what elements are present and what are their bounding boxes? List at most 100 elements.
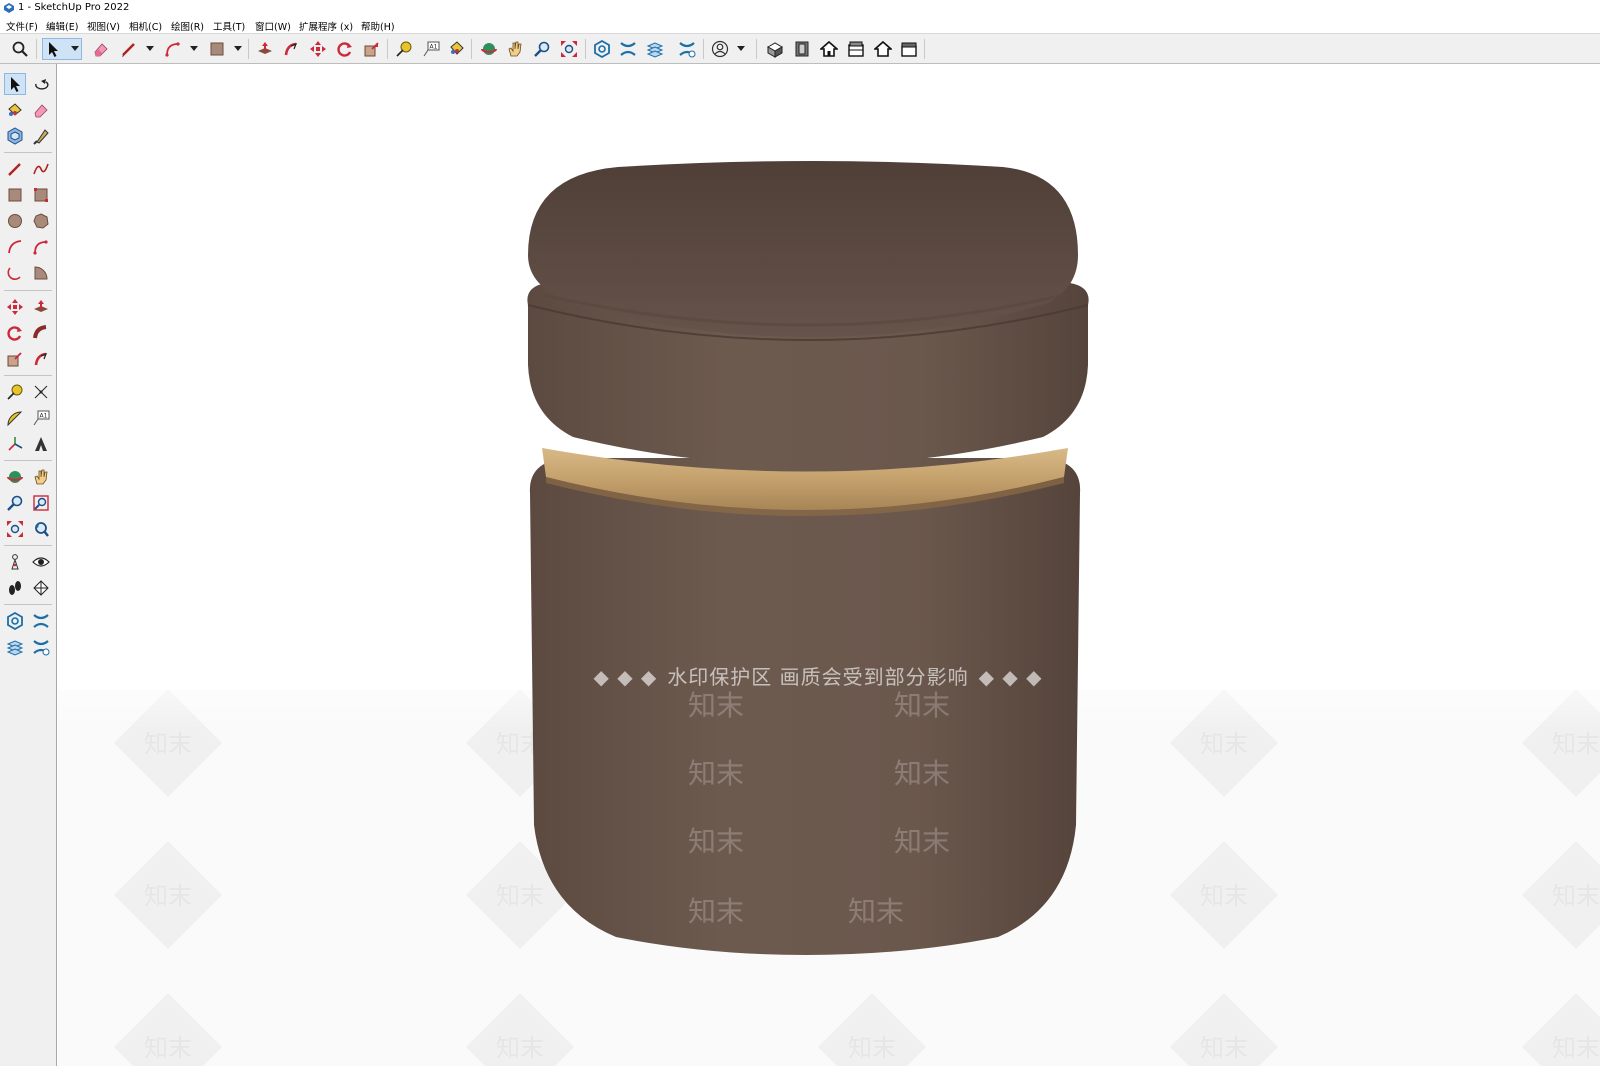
line-icon[interactable] [4, 158, 26, 180]
extension-manager-icon[interactable] [676, 38, 698, 60]
svg-text:知末: 知末 [688, 825, 744, 858]
sketchup-logo-icon [4, 3, 14, 13]
3d-text-icon[interactable] [30, 433, 52, 455]
menu-extensions[interactable]: 扩展程序 (x) [299, 19, 353, 33]
paint-bucket-icon[interactable] [4, 99, 26, 121]
extension-warehouse-icon[interactable] [617, 38, 639, 60]
push-pull-icon[interactable] [254, 38, 276, 60]
zoom-icon[interactable] [531, 38, 553, 60]
pan-icon[interactable] [504, 38, 526, 60]
3point-arc-icon[interactable] [4, 262, 26, 284]
left-view-icon[interactable] [898, 38, 920, 60]
extension-warehouse-icon[interactable] [30, 610, 52, 632]
menu-window[interactable]: 窗口(W) [255, 19, 291, 33]
section-plane-icon[interactable] [30, 577, 52, 599]
axes-icon[interactable] [4, 433, 26, 455]
svg-text:A1: A1 [40, 413, 48, 420]
make-component-icon[interactable] [30, 73, 52, 95]
menu-draw[interactable]: 绘图(R) [171, 19, 204, 33]
select-icon[interactable] [4, 73, 26, 95]
offset-icon[interactable] [30, 348, 52, 370]
rotated-rectangle-icon[interactable] [30, 184, 52, 206]
orbit-icon[interactable] [4, 466, 26, 488]
rotate-icon[interactable] [334, 38, 356, 60]
polygon-icon[interactable] [30, 210, 52, 232]
eraser-icon[interactable] [30, 99, 52, 121]
menu-tools[interactable]: 工具(T) [213, 19, 245, 33]
tag-icon[interactable] [4, 125, 26, 147]
scale-icon[interactable] [361, 38, 383, 60]
svg-text:知末: 知末 [688, 757, 744, 790]
chevron-down-icon[interactable] [71, 46, 79, 51]
rotate-icon[interactable] [4, 322, 26, 344]
iso-view-icon[interactable] [764, 38, 786, 60]
zoom-extents-icon[interactable] [4, 518, 26, 540]
front-view-icon[interactable] [818, 38, 840, 60]
right-view-icon[interactable] [845, 38, 867, 60]
rectangle-icon[interactable] [206, 38, 228, 60]
back-view-icon[interactable] [872, 38, 894, 60]
rectangle-icon[interactable] [4, 184, 26, 206]
arc-icon[interactable] [162, 38, 184, 60]
follow-me-icon[interactable] [30, 322, 52, 344]
walk-icon[interactable] [4, 577, 26, 599]
text-icon[interactable]: A1 [30, 407, 52, 429]
2point-arc-icon[interactable] [30, 236, 52, 258]
menu-file[interactable]: 文件(F) [6, 19, 38, 33]
stool-top-cushion [528, 161, 1078, 337]
stool-lower-body [529, 458, 1081, 955]
warehouse-icon[interactable] [591, 38, 613, 60]
menu-camera[interactable]: 相机(C) [129, 19, 162, 33]
large-tool-set-toolbar: A1 [0, 64, 57, 1066]
previous-view-icon[interactable] [30, 518, 52, 540]
sample-paint-icon[interactable] [30, 125, 52, 147]
svg-text:知末: 知末 [894, 689, 950, 722]
text-icon[interactable]: A1 [420, 38, 442, 60]
extension-manager-icon[interactable] [30, 636, 52, 658]
freehand-icon[interactable] [30, 158, 52, 180]
watermark-banner: ◆ ◆ ◆ 水印保护区 画质会受到部分影响 ◆ ◆ ◆ [593, 665, 1043, 689]
title-bar: 1 - SketchUp Pro 2022 [0, 0, 1600, 17]
look-around-icon[interactable] [30, 551, 52, 573]
move-icon[interactable] [307, 38, 329, 60]
zoom-icon[interactable] [4, 492, 26, 514]
orbit-icon[interactable] [478, 38, 500, 60]
tape-measure-icon[interactable] [393, 38, 415, 60]
menu-edit[interactable]: 编辑(E) [46, 19, 78, 33]
menu-view[interactable]: 视图(V) [87, 19, 120, 33]
chevron-down-icon[interactable] [234, 46, 242, 51]
svg-text:知末: 知末 [894, 757, 950, 790]
paint-bucket-icon[interactable] [445, 38, 467, 60]
pan-icon[interactable] [30, 466, 52, 488]
layout-icon[interactable] [644, 38, 666, 60]
scale-icon[interactable] [4, 348, 26, 370]
zoom-extents-icon[interactable] [558, 38, 580, 60]
circle-icon[interactable] [4, 210, 26, 232]
account-icon[interactable] [709, 38, 731, 60]
eraser-icon[interactable] [90, 38, 112, 60]
svg-text:知末: 知末 [848, 895, 904, 928]
menu-help[interactable]: 帮助(H) [361, 19, 395, 33]
arc-icon[interactable] [4, 236, 26, 258]
pie-icon[interactable] [30, 262, 52, 284]
search-icon[interactable] [9, 38, 31, 60]
svg-text:知末: 知末 [894, 825, 950, 858]
chevron-down-icon[interactable] [190, 46, 198, 51]
zoom-window-icon[interactable] [30, 492, 52, 514]
model-canvas: 知末 知末 知末 知末 知末 知末 知末 知末 [58, 161, 1600, 1066]
line-icon[interactable] [118, 38, 140, 60]
chevron-down-icon[interactable] [146, 46, 154, 51]
move-icon[interactable] [4, 296, 26, 318]
chevron-down-icon[interactable] [737, 46, 745, 51]
protractor-icon[interactable] [4, 407, 26, 429]
tape-measure-icon[interactable] [4, 381, 26, 403]
model-viewport[interactable]: 知末 知末 知末 知末 知末 知末 知末 知末 ◆ ◆ ◆ 水印保护区 画质会受… [58, 65, 1600, 1066]
dimension-icon[interactable] [30, 381, 52, 403]
follow-me-icon[interactable] [280, 38, 302, 60]
svg-text:知末: 知末 [688, 689, 744, 722]
layout-icon[interactable] [4, 636, 26, 658]
top-view-icon[interactable] [791, 38, 813, 60]
position-camera-icon[interactable] [4, 551, 26, 573]
warehouse-icon[interactable] [4, 610, 26, 632]
push-pull-icon[interactable] [30, 296, 52, 318]
